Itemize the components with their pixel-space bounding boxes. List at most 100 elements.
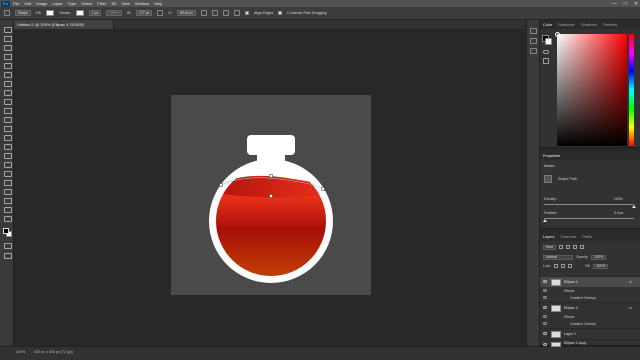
color-field[interactable] bbox=[555, 32, 627, 146]
type-tool-icon[interactable] bbox=[3, 179, 12, 186]
hue-slider[interactable] bbox=[629, 34, 634, 146]
quick-select-tool-icon[interactable] bbox=[3, 62, 12, 69]
tab-patterns[interactable]: Patterns bbox=[603, 23, 617, 27]
clone-stamp-tool-icon[interactable] bbox=[3, 116, 12, 123]
maximize-button[interactable]: □ bbox=[624, 1, 627, 7]
visibility-eye-icon[interactable] bbox=[543, 315, 547, 318]
anchor-point[interactable] bbox=[321, 187, 325, 191]
layer-row-ellipse-3[interactable]: Ellipse 3 fx bbox=[540, 302, 640, 313]
menu-view[interactable]: View bbox=[121, 1, 130, 6]
visibility-eye-icon[interactable] bbox=[543, 289, 547, 292]
effect-row[interactable]: Gradient Overlay bbox=[540, 320, 640, 328]
visibility-eye-icon[interactable] bbox=[543, 343, 547, 346]
menu-file[interactable]: File bbox=[13, 1, 19, 6]
anchor-point[interactable] bbox=[219, 183, 223, 187]
width-field[interactable]: 177 px bbox=[136, 10, 153, 16]
lock-position-icon[interactable] bbox=[561, 264, 566, 268]
menu-window[interactable]: Window bbox=[135, 1, 149, 6]
density-slider[interactable] bbox=[544, 204, 634, 205]
layer-row-layer-1[interactable]: Layer 1 bbox=[540, 328, 640, 339]
hand-tool-icon[interactable] bbox=[3, 206, 12, 213]
move-tool-icon[interactable] bbox=[3, 26, 12, 33]
menu-edit[interactable]: Edit bbox=[24, 1, 31, 6]
artboard-tool-icon[interactable] bbox=[3, 35, 12, 42]
tab-gradients[interactable]: Gradients bbox=[581, 23, 597, 27]
density-value[interactable]: 100% bbox=[614, 197, 623, 201]
height-field[interactable]: 89.46 px bbox=[176, 10, 196, 16]
eyedropper-tool-icon[interactable] bbox=[3, 89, 12, 96]
adjustments-icon[interactable] bbox=[530, 38, 537, 44]
fill-field[interactable]: 100% bbox=[593, 263, 609, 269]
effect-row[interactable]: Gradient Overlay bbox=[540, 294, 640, 302]
zoom-tool-icon[interactable] bbox=[3, 215, 12, 222]
stroke-swatch[interactable] bbox=[75, 10, 84, 16]
lock-pixels-icon[interactable] bbox=[554, 264, 559, 268]
layer-row-ellipse-4[interactable]: Ellipse 4 fx bbox=[540, 276, 640, 287]
visibility-eye-icon[interactable] bbox=[543, 296, 547, 299]
visibility-eye-icon[interactable] bbox=[543, 332, 547, 335]
menu-select[interactable]: Select bbox=[81, 1, 92, 6]
menu-help[interactable]: Help bbox=[154, 1, 162, 6]
filter-adjustment-icon[interactable] bbox=[565, 245, 570, 249]
canvas-workspace[interactable] bbox=[14, 29, 525, 346]
path-arrangement-icon[interactable] bbox=[222, 10, 229, 16]
menu-3d[interactable]: 3D bbox=[111, 1, 116, 6]
crop-tool-icon[interactable] bbox=[3, 71, 12, 78]
gradient-tool-icon[interactable] bbox=[3, 143, 12, 150]
layer-filter-select[interactable]: Kind bbox=[543, 244, 556, 250]
minimize-button[interactable]: — bbox=[612, 1, 617, 7]
menu-image[interactable]: Image bbox=[36, 1, 47, 6]
stroke-type-select[interactable]: ──── bbox=[106, 10, 122, 16]
path-alignment-icon[interactable] bbox=[211, 10, 218, 16]
path-operations-icon[interactable] bbox=[200, 10, 207, 16]
blur-tool-icon[interactable] bbox=[3, 152, 12, 159]
libraries-icon[interactable] bbox=[530, 48, 537, 54]
blend-mode-select[interactable]: Normal bbox=[543, 254, 573, 260]
align-edges-checkbox[interactable] bbox=[244, 11, 249, 15]
menu-layer[interactable]: Layer bbox=[52, 1, 62, 6]
document-tab[interactable]: Untitled-1 @ 100% (Ellipse 4, RGB/8) bbox=[14, 20, 114, 29]
frame-tool-icon[interactable] bbox=[3, 80, 12, 87]
web-safe-icon[interactable] bbox=[543, 58, 549, 64]
tab-swatches[interactable]: Swatches bbox=[558, 23, 574, 27]
shape-tool-icon[interactable] bbox=[3, 197, 12, 204]
brush-tool-icon[interactable] bbox=[3, 107, 12, 114]
constrain-checkbox[interactable] bbox=[278, 11, 283, 15]
foreground-color[interactable] bbox=[3, 228, 9, 234]
history-brush-tool-icon[interactable] bbox=[3, 125, 12, 132]
mask-thumbnail[interactable] bbox=[544, 175, 552, 183]
feather-knob[interactable] bbox=[543, 219, 547, 222]
menu-filter[interactable]: Filter bbox=[97, 1, 106, 6]
visibility-eye-icon[interactable] bbox=[543, 322, 547, 325]
screen-mode-icon[interactable] bbox=[3, 252, 12, 259]
zoom-level[interactable]: 100% bbox=[16, 350, 25, 354]
tab-layers[interactable]: Layers bbox=[543, 235, 554, 239]
swap-colors-icon[interactable] bbox=[543, 50, 549, 54]
tab-color[interactable]: Color bbox=[543, 23, 552, 27]
feather-slider[interactable] bbox=[544, 218, 634, 219]
gear-icon[interactable] bbox=[233, 10, 240, 16]
path-selection-tool-icon[interactable] bbox=[4, 10, 10, 16]
link-icon[interactable] bbox=[157, 10, 164, 16]
feather-value[interactable]: 0.0 px bbox=[614, 211, 623, 215]
visibility-eye-icon[interactable] bbox=[543, 306, 547, 309]
visibility-eye-icon[interactable] bbox=[543, 280, 547, 283]
filter-shape-icon[interactable] bbox=[579, 245, 584, 249]
foreground-swatch[interactable] bbox=[545, 38, 552, 45]
filter-pixel-icon[interactable] bbox=[558, 245, 563, 249]
density-knob[interactable] bbox=[632, 205, 636, 208]
eraser-tool-icon[interactable] bbox=[3, 134, 12, 141]
menu-type[interactable]: Type bbox=[68, 1, 77, 6]
tab-paths[interactable]: Paths bbox=[582, 235, 592, 239]
artboard[interactable] bbox=[171, 95, 371, 295]
tab-channels[interactable]: Channels bbox=[560, 235, 576, 239]
fill-swatch[interactable] bbox=[46, 10, 55, 16]
anchor-point[interactable] bbox=[269, 174, 273, 178]
anchor-point[interactable] bbox=[269, 194, 273, 198]
tab-properties[interactable]: Properties bbox=[543, 154, 560, 158]
color-picker-ring[interactable] bbox=[555, 32, 560, 37]
lasso-tool-icon[interactable] bbox=[3, 53, 12, 60]
history-icon[interactable] bbox=[530, 28, 537, 34]
pen-tool-icon[interactable] bbox=[3, 170, 12, 177]
color-swatches[interactable] bbox=[3, 228, 12, 237]
